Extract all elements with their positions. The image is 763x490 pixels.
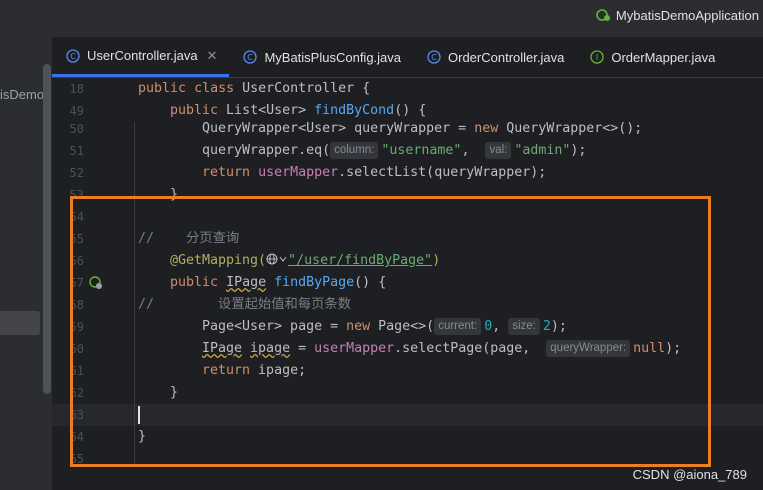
class-icon: C bbox=[243, 50, 258, 64]
code-line[interactable]: queryWrapper.eq(column: "username", val: "… bbox=[202, 140, 586, 162]
watermark: CSDN @aiona_789 bbox=[632, 467, 747, 482]
line-number: 50 bbox=[69, 122, 84, 136]
tab-label: MyBatisPlusConfig.java bbox=[264, 49, 402, 65]
svg-text:C: C bbox=[248, 53, 254, 62]
parameter-hint: val: bbox=[485, 142, 512, 159]
line-number: 51 bbox=[69, 144, 84, 158]
code-line[interactable]: return userMapper.selectList(queryWrappe… bbox=[202, 162, 546, 184]
tab-label: OrderMapper.java bbox=[611, 49, 716, 65]
tab-label: OrderController.java bbox=[448, 49, 565, 65]
editor-tabs: C UserController.java ✕ C MyBatisPlusCon… bbox=[52, 37, 763, 78]
tab-ordercontroller[interactable]: C OrderController.java bbox=[413, 37, 576, 77]
tab-label: UserController.java bbox=[87, 48, 198, 63]
svg-text:C: C bbox=[70, 52, 76, 61]
line-number: 52 bbox=[69, 166, 84, 180]
interface-icon: I bbox=[590, 50, 604, 64]
class-icon: C bbox=[66, 48, 80, 63]
tab-ordermapper[interactable]: I OrderMapper.java bbox=[576, 37, 727, 77]
parameter-hint: column: bbox=[330, 142, 379, 159]
project-panel: isDemo bbox=[0, 37, 52, 490]
project-name[interactable]: isDemo bbox=[0, 87, 44, 102]
highlight-box bbox=[70, 196, 711, 467]
selected-tree-row[interactable] bbox=[0, 311, 40, 335]
title-bar: MybatisDemoApplication bbox=[0, 0, 763, 37]
run-configuration[interactable]: MybatisDemoApplication bbox=[596, 7, 759, 23]
svg-text:I: I bbox=[596, 53, 598, 62]
tab-usercontroller[interactable]: C UserController.java ✕ bbox=[52, 37, 230, 77]
panel-scrollbar[interactable] bbox=[43, 64, 51, 394]
line-number: 18 bbox=[69, 82, 84, 96]
code-line[interactable]: QueryWrapper<User> queryWrapper = new Qu… bbox=[202, 118, 642, 140]
run-config-label: MybatisDemoApplication bbox=[615, 7, 759, 23]
tab-mybatisplusconfig[interactable]: C MyBatisPlusConfig.java bbox=[229, 37, 413, 77]
class-icon: C bbox=[427, 50, 441, 64]
svg-text:C: C bbox=[431, 53, 437, 62]
code-line[interactable]: public class UserController { bbox=[138, 78, 370, 100]
close-icon[interactable]: ✕ bbox=[207, 48, 218, 64]
spring-boot-icon bbox=[596, 9, 610, 21]
